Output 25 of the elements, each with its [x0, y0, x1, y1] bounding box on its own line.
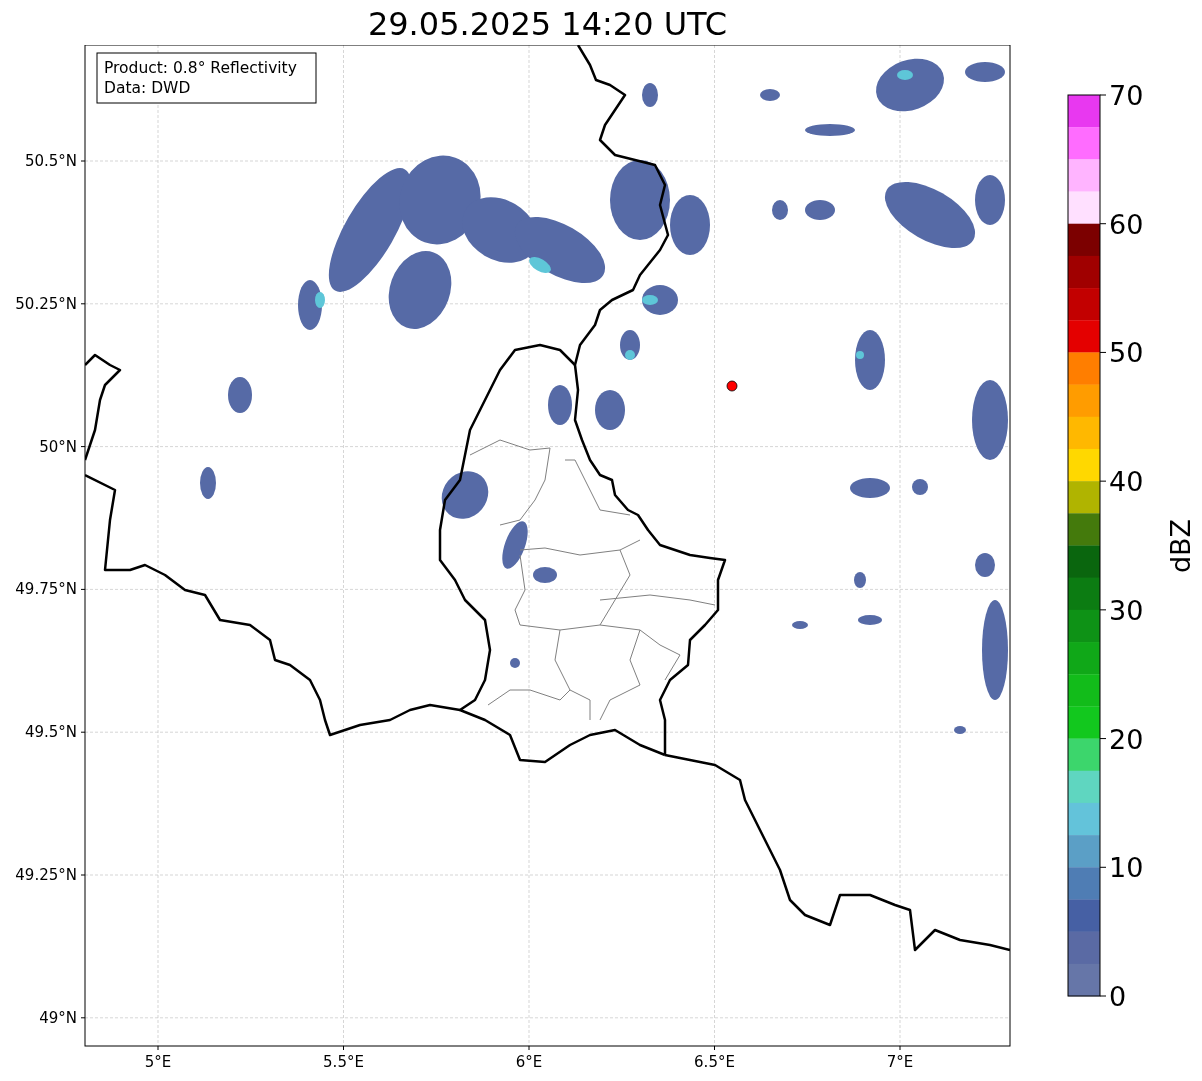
colorbar-tick-label: 30 — [1109, 594, 1144, 626]
latitude-label: 50.25°N — [15, 294, 77, 313]
colorbar-tick-label: 50 — [1109, 337, 1144, 369]
latitude-label: 49.75°N — [15, 580, 77, 599]
latitude-label: 50°N — [39, 437, 77, 456]
chart-title: 29.05.2025 14:20 UTC — [367, 4, 728, 45]
colorbar-tick-label: 20 — [1109, 723, 1144, 755]
colorbar-tick-label: 60 — [1109, 208, 1144, 240]
colorbar-tick-label: 0 — [1109, 981, 1127, 1012]
longitude-label: 5°E — [144, 1053, 172, 1071]
longitude-label: 6°E — [515, 1053, 543, 1071]
colorbar-tick-label: 70 — [1109, 80, 1144, 111]
latitude-label: 49.5°N — [24, 723, 77, 742]
longitude-label: 6.5°E — [694, 1053, 735, 1071]
latitude-label: 50.5°N — [24, 152, 77, 170]
info-text: Product: 0.8° Reflectivity — [104, 59, 297, 77]
longitude-label: 7°E — [886, 1053, 914, 1071]
colorbar-tick-label: 40 — [1109, 466, 1144, 498]
latitude-label: 49.25°N — [15, 866, 77, 884]
longitude-label: 5.5°E — [323, 1053, 364, 1071]
info-text: Data: DWD — [104, 79, 191, 97]
latitude-label: 49°N — [39, 1008, 77, 1027]
colorbar-tick-label: 10 — [1109, 852, 1144, 884]
colorbar-label: dBZ — [1165, 518, 1196, 574]
radar-site-marker — [726, 380, 738, 392]
